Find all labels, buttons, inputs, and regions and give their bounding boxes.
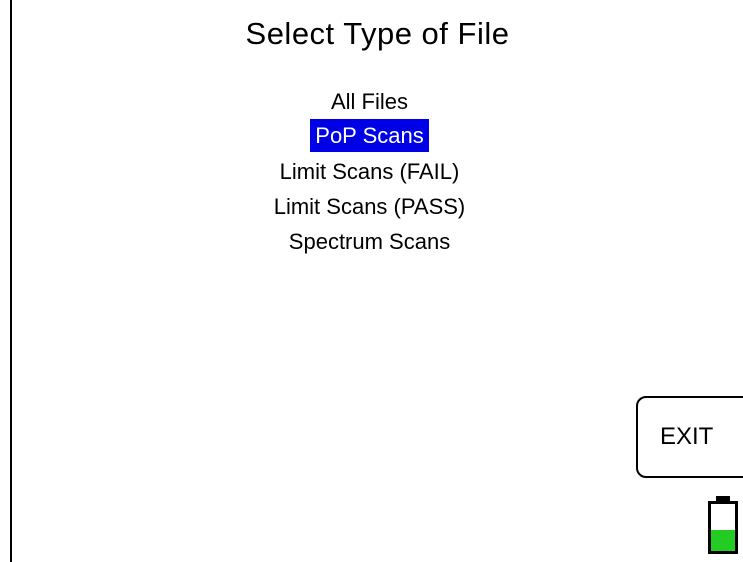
battery-body <box>708 501 738 554</box>
exit-button-label: EXIT <box>660 423 714 450</box>
exit-button[interactable]: EXIT <box>636 396 743 478</box>
device-screen: Select Type of File All Files PoP Scans … <box>0 0 743 562</box>
file-type-pop-scans[interactable]: PoP Scans <box>310 119 429 152</box>
file-type-limit-scans-fail[interactable]: Limit Scans (FAIL) <box>275 154 465 189</box>
file-type-limit-scans-pass[interactable]: Limit Scans (PASS) <box>269 189 471 224</box>
battery-icon <box>708 496 738 554</box>
file-type-all-files[interactable]: All Files <box>326 84 413 119</box>
file-type-list: All Files PoP Scans Limit Scans (FAIL) L… <box>4 84 735 259</box>
page-title: Select Type of File <box>245 16 510 51</box>
battery-level-fill <box>711 529 735 551</box>
file-type-spectrum-scans[interactable]: Spectrum Scans <box>284 224 455 259</box>
